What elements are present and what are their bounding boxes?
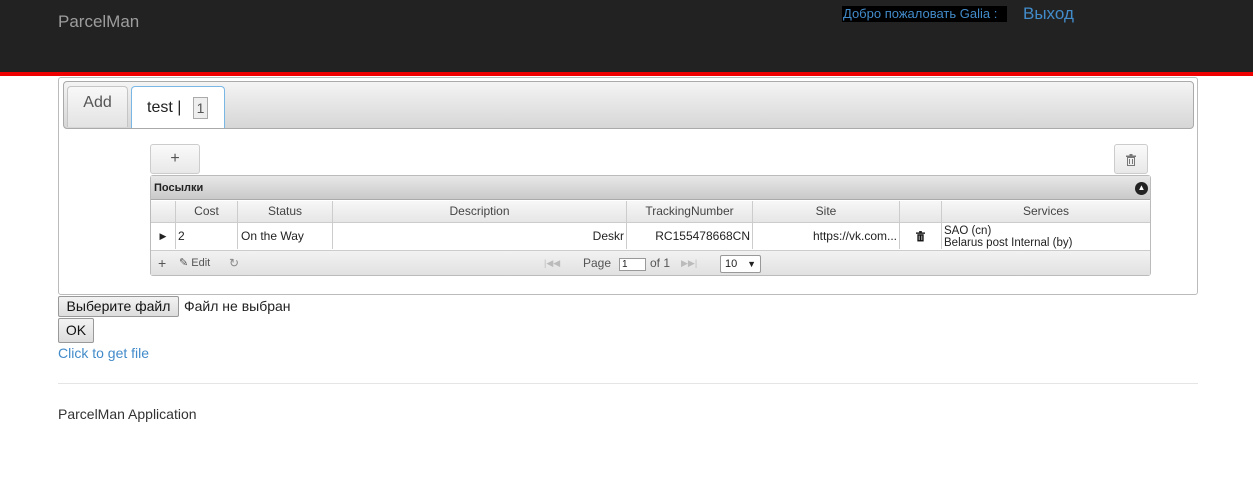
collapse-icon[interactable]: ▲ — [1135, 182, 1148, 195]
cell-services[interactable]: SAO (cn) Belarus post Internal (by) — [942, 223, 1150, 249]
tabs-bar: Add test | 1 — [63, 81, 1194, 129]
header-expand — [151, 201, 176, 223]
pager-add-button[interactable]: + — [158, 251, 166, 276]
header-tracking[interactable]: TrackingNumber — [627, 201, 753, 223]
welcome-text[interactable]: Добро пожаловать Galia : — [842, 6, 1008, 22]
pencil-icon: ✎ — [179, 257, 189, 269]
grid-pager: + ✎ Edit ↻ |◀◀ Page 1 of 1 ▶▶| 10 ▼ — [151, 250, 1150, 275]
row-expand-icon[interactable]: ▶ — [151, 223, 176, 249]
pager-edit-label: Edit — [191, 257, 211, 269]
logout-link[interactable]: Выход — [1023, 4, 1074, 24]
ok-button[interactable]: OK — [58, 318, 94, 343]
tab-test[interactable]: test | 1 — [131, 86, 225, 128]
tab-add-label: Add — [83, 94, 112, 111]
cell-cost[interactable]: 2 — [176, 223, 238, 249]
chevron-down-icon: ▼ — [747, 259, 756, 269]
header-actions — [900, 201, 942, 223]
first-page-icon[interactable]: |◀◀ — [544, 251, 560, 276]
footer-text: ParcelMan Application — [58, 406, 197, 422]
add-row-button[interactable]: + — [150, 144, 200, 174]
service-line: Belarus post Internal (by) — [944, 237, 1073, 249]
pager-edit-button[interactable]: ✎ Edit — [179, 251, 210, 276]
grid-caption-label: Посылки — [154, 182, 204, 194]
header-services[interactable]: Services — [942, 201, 1150, 223]
header-status[interactable]: Status — [238, 201, 333, 223]
cell-status[interactable]: On the Way — [238, 223, 333, 249]
header-cost[interactable]: Cost — [176, 201, 238, 223]
trash-icon — [1126, 154, 1136, 166]
choose-file-button[interactable]: Выберите файл — [58, 296, 179, 317]
pager-of-label: of 1 — [650, 256, 671, 270]
last-page-icon[interactable]: ▶▶| — [681, 251, 697, 276]
get-file-link[interactable]: Click to get file — [58, 345, 149, 361]
plus-icon: + — [170, 150, 180, 167]
file-status: Файл не выбран — [184, 298, 291, 314]
header-site[interactable]: Site — [753, 201, 900, 223]
cell-site[interactable]: https://vk.com... — [753, 223, 900, 249]
service-line: SAO (cn) — [944, 225, 992, 237]
parcels-grid: Посылки ▲ Cost Status Description Tracki… — [150, 175, 1151, 276]
header-description[interactable]: Description — [333, 201, 627, 223]
delete-row-button[interactable] — [1114, 144, 1148, 174]
brand-link[interactable]: ParcelMan — [58, 12, 139, 32]
pager-page-label: Page — [583, 256, 612, 270]
top-navbar: ParcelMan Добро пожаловать Galia : Выход — [0, 0, 1253, 72]
tab-add[interactable]: Add — [67, 86, 128, 127]
cell-description[interactable]: Deskr — [333, 223, 627, 249]
navbar-accent-line — [0, 72, 1253, 76]
rows-per-page-value: 10 — [725, 258, 738, 270]
page-number-input[interactable]: 1 — [619, 258, 646, 271]
divider — [58, 383, 1198, 384]
tab-test-label: test | — [147, 99, 182, 116]
grid-caption: Посылки ▲ — [151, 176, 1150, 200]
tabs-panel: Add test | 1 + Посылки ▲ Cost Status Des… — [58, 77, 1198, 295]
trash-icon — [916, 231, 925, 242]
tab-test-badge: 1 — [193, 97, 208, 119]
row-delete-button[interactable] — [900, 223, 942, 249]
refresh-icon[interactable]: ↻ — [229, 251, 239, 276]
cell-tracking[interactable]: RC155478668CN — [627, 223, 753, 249]
rows-per-page-select[interactable]: 10 ▼ — [720, 255, 761, 273]
